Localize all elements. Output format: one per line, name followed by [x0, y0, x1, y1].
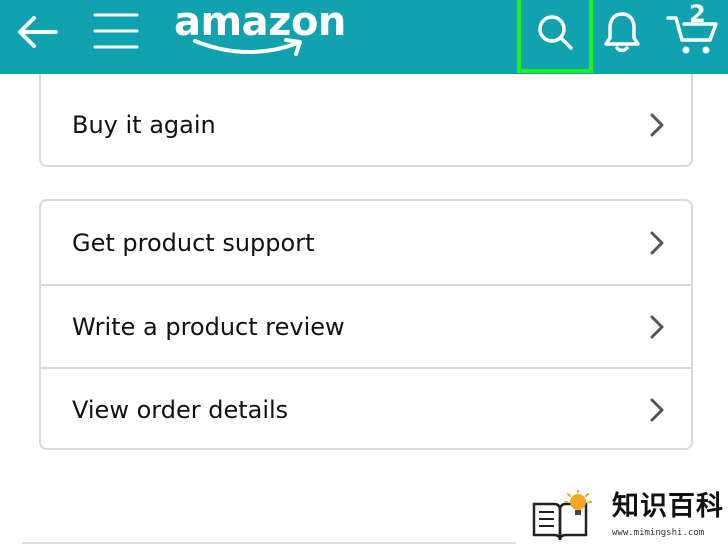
top-navigation-bar: amazon 2 [0, 0, 728, 74]
menu-row-buy-it-again[interactable]: Buy it again [41, 74, 691, 165]
search-icon[interactable] [535, 12, 575, 52]
back-arrow-icon[interactable] [16, 14, 60, 50]
watermark-text: 知识百科 [612, 491, 724, 522]
amazon-logo[interactable]: amazon [172, 0, 346, 66]
chevron-right-icon [650, 315, 664, 338]
watermark: 知识百科 www.mimingshi.com [528, 488, 728, 547]
row-label: View order details [72, 395, 289, 424]
watermark-url: www.mimingshi.com [612, 528, 705, 538]
order-actions-card: Get product support Write a product revi… [39, 199, 693, 450]
row-label: Write a product review [72, 312, 345, 341]
book-lightbulb-icon [532, 490, 592, 541]
chevron-right-icon [650, 113, 664, 137]
menu-row-write-product-review[interactable]: Write a product review [41, 284, 691, 367]
bell-icon[interactable] [602, 10, 642, 54]
cart-count-badge: 2 [689, 0, 706, 28]
hamburger-menu-icon[interactable] [93, 12, 139, 50]
buy-it-again-card: Buy it again [39, 74, 693, 167]
menu-row-get-product-support[interactable]: Get product support [41, 201, 691, 284]
bottom-divider [22, 542, 516, 544]
row-label: Get product support [72, 228, 315, 257]
menu-row-view-order-details[interactable]: View order details [41, 367, 691, 448]
smile-arrow-icon [193, 38, 302, 56]
chevron-right-icon [650, 231, 664, 254]
row-label: Buy it again [72, 111, 216, 139]
chevron-right-icon [650, 398, 664, 421]
